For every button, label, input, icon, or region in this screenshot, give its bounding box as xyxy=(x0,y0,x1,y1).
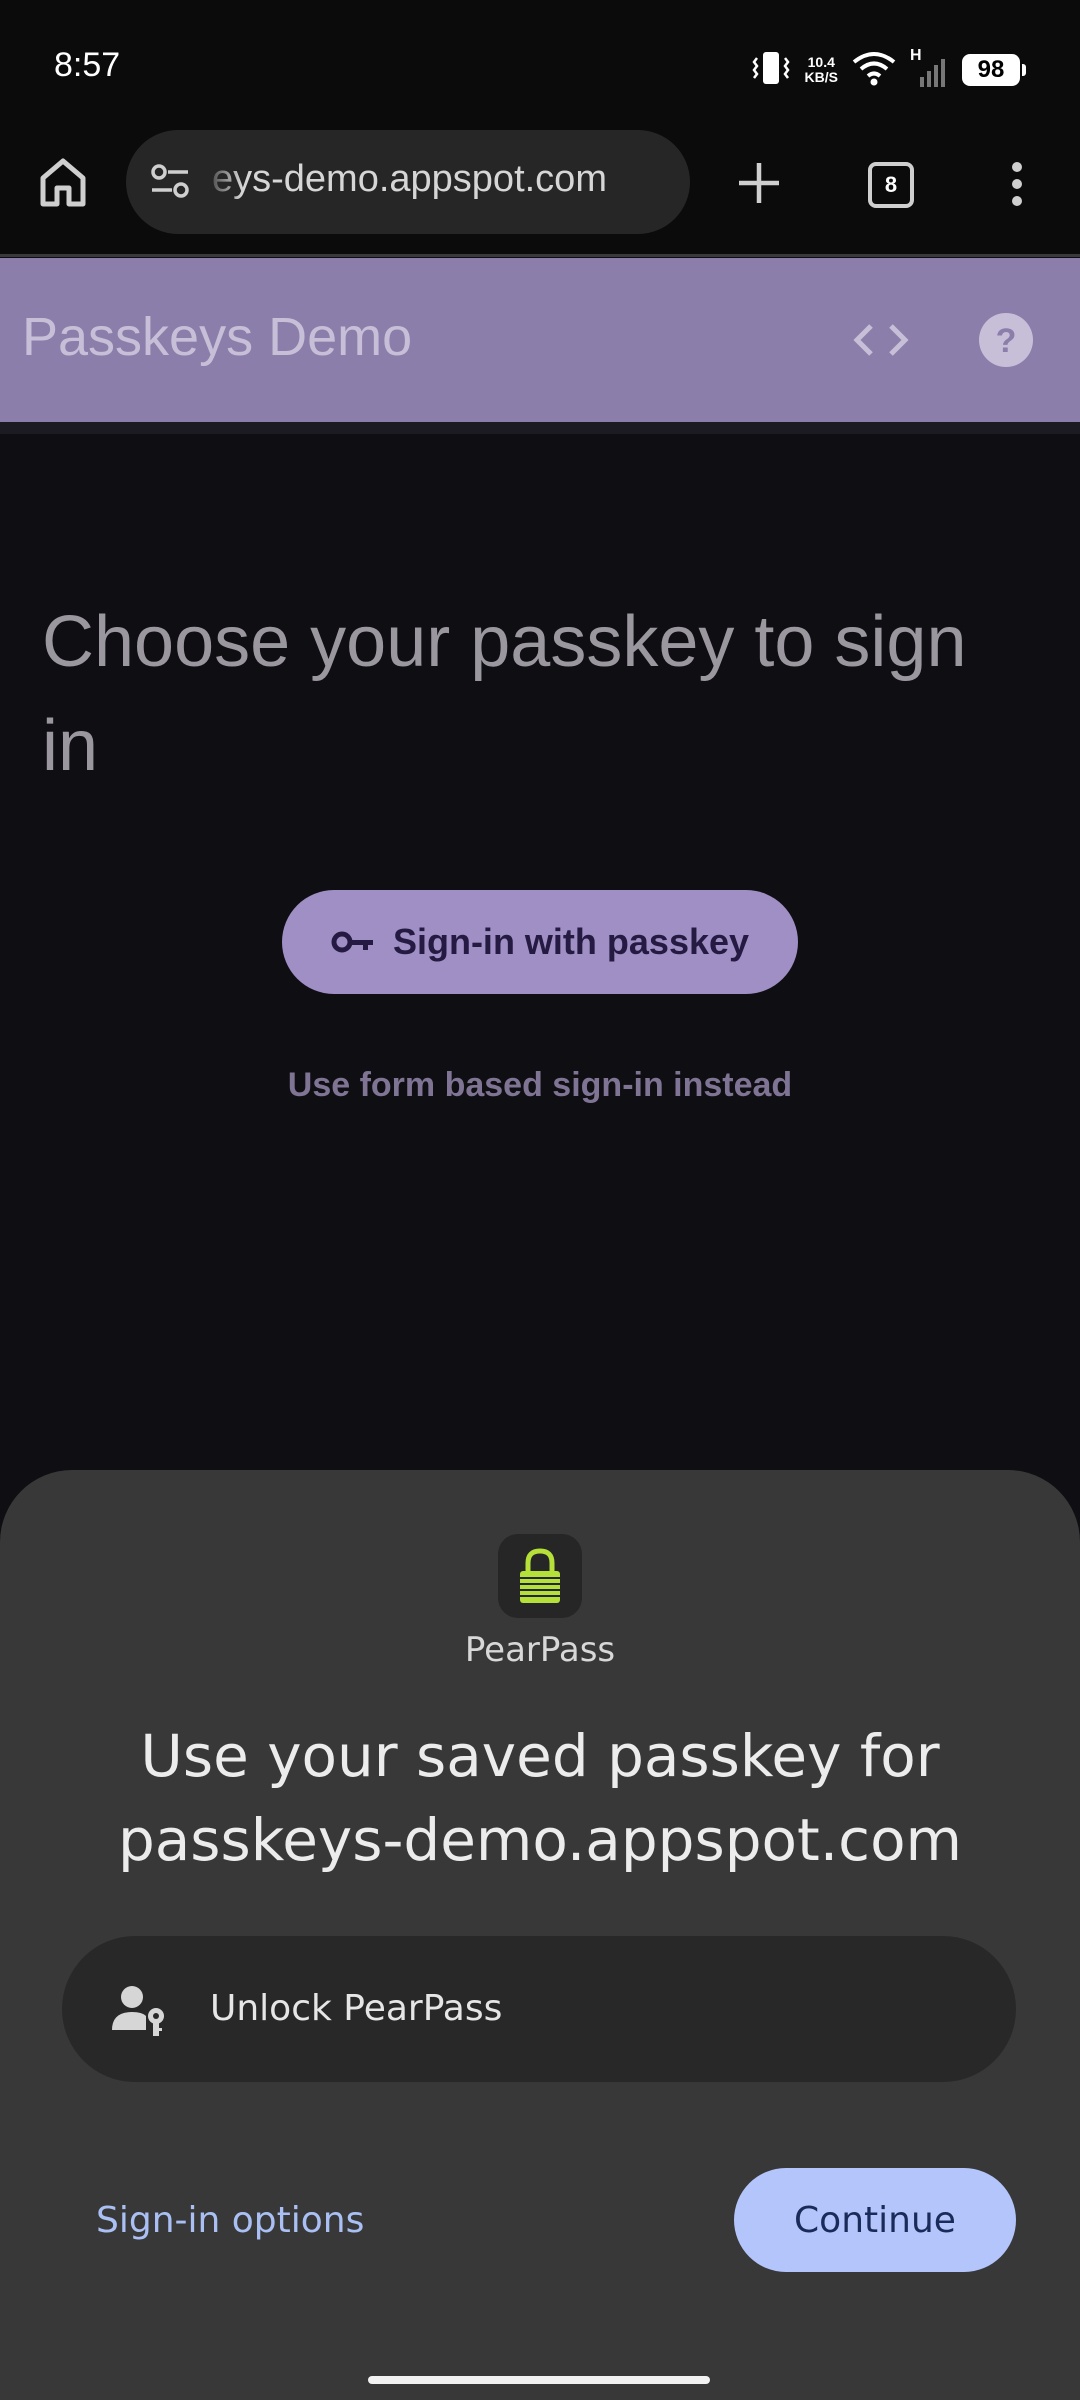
network-speed: 10.4 KB/S xyxy=(805,55,838,85)
passkey-bottom-sheet: PearPass Use your saved passkey for pass… xyxy=(0,1470,1080,2400)
status-bar: 8:57 10.4 KB/S H 98 xyxy=(0,0,1080,130)
app-title: Passkeys Demo xyxy=(22,307,413,367)
gesture-nav-bar[interactable] xyxy=(368,2376,710,2384)
tab-switcher-button[interactable]: 8 xyxy=(868,162,914,208)
wifi-icon xyxy=(852,50,896,90)
provider-name: PearPass xyxy=(464,1630,616,1670)
home-icon xyxy=(40,158,86,207)
page-heading: Choose your passkey to sign in xyxy=(42,602,967,786)
battery-indicator: 98 xyxy=(962,54,1026,86)
key-icon xyxy=(331,931,373,953)
form-sign-in-link[interactable]: Use form based sign-in instead xyxy=(0,1066,1080,1105)
url-fade xyxy=(202,130,242,234)
sign-in-options-button[interactable]: Sign-in options xyxy=(96,2200,364,2241)
plus-icon xyxy=(739,163,779,203)
code-icon xyxy=(853,324,909,356)
overflow-menu-button[interactable] xyxy=(1000,154,1034,214)
help-button[interactable]: ? xyxy=(976,310,1036,370)
pearpass-app-icon xyxy=(498,1534,582,1618)
status-icons: 10.4 KB/S H 98 xyxy=(751,47,1026,92)
cellular-signal-icon: H xyxy=(910,47,948,89)
app-bar: Passkeys Demo ? xyxy=(0,258,1080,422)
vibrate-icon xyxy=(751,50,791,90)
person-key-icon xyxy=(112,1984,168,2040)
lock-icon xyxy=(520,1548,560,1603)
network-speed-value: 10.4 xyxy=(807,54,835,70)
help-icon: ? xyxy=(979,313,1033,367)
svg-text:?: ? xyxy=(996,322,1017,360)
sign-in-with-passkey-label: Sign-in with passkey xyxy=(392,921,750,962)
toolbar-divider xyxy=(0,254,1080,257)
app-bar-shadow xyxy=(0,422,1080,434)
view-source-button[interactable] xyxy=(850,312,912,368)
status-time: 8:57 xyxy=(54,46,121,84)
network-speed-unit: KB/S xyxy=(804,69,838,85)
browser-toolbar: eys-demo.appspot.com 8 xyxy=(0,130,1080,256)
sign-in-with-passkey-button[interactable]: Sign-in with passkey xyxy=(282,890,798,994)
url-bar[interactable]: eys-demo.appspot.com xyxy=(126,130,690,234)
home-button[interactable] xyxy=(30,152,96,212)
url-text: eys-demo.appspot.com xyxy=(212,158,607,200)
continue-button[interactable]: Continue xyxy=(734,2168,1016,2272)
more-vert-icon xyxy=(1012,162,1022,206)
new-tab-button[interactable] xyxy=(728,152,790,214)
unlock-label: Unlock PearPass xyxy=(210,1988,503,2029)
sheet-title: Use your saved passkey for passkeys-demo… xyxy=(117,1722,963,1874)
unlock-pearpass-option[interactable]: Unlock PearPass xyxy=(62,1936,1016,2082)
site-settings-icon[interactable] xyxy=(148,160,192,208)
